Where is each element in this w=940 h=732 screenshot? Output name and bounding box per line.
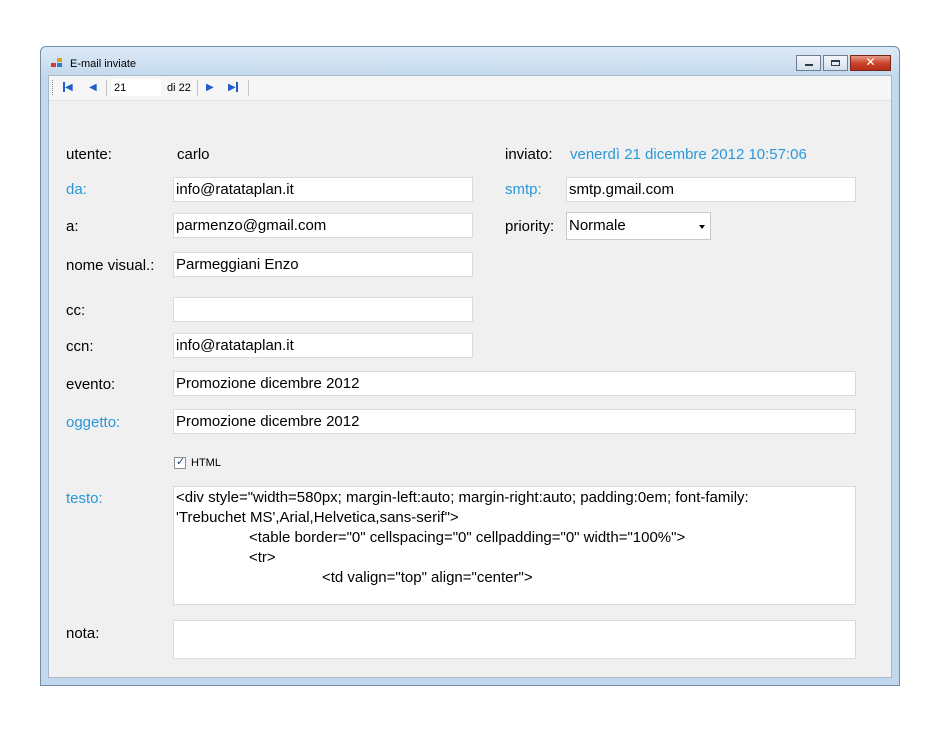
oggetto-label[interactable]: oggetto: xyxy=(66,414,120,431)
toolbar-separator xyxy=(248,80,249,96)
inviato-value: venerdì 21 dicembre 2012 10:57:06 xyxy=(570,146,807,163)
priority-selected-value: Normale xyxy=(569,217,626,234)
app-icon xyxy=(51,58,63,68)
nota-field[interactable] xyxy=(173,620,856,659)
minimize-icon xyxy=(805,64,813,66)
testo-line: <div style="width=580px; margin-left:aut… xyxy=(176,489,749,506)
first-record-icon[interactable]: ◀ xyxy=(63,82,73,93)
utente-label: utente: xyxy=(66,146,112,163)
priority-select[interactable]: Normale xyxy=(566,212,711,240)
evento-label: evento: xyxy=(66,376,116,393)
inviato-label: inviato: xyxy=(505,146,553,163)
testo-line: <td valign="top" align="center"> xyxy=(322,569,533,586)
toolbar-grip-icon[interactable] xyxy=(52,80,55,95)
testo-line: <table border="0" cellspacing="0" cellpa… xyxy=(249,529,686,546)
priority-label: priority: xyxy=(505,218,555,235)
cc-label: cc: xyxy=(66,302,86,319)
maximize-button[interactable] xyxy=(823,55,848,71)
evento-field[interactable]: Promozione dicembre 2012 xyxy=(173,371,856,396)
html-checkbox-label[interactable]: HTML xyxy=(191,457,221,469)
smtp-field[interactable]: smtp.gmail.com xyxy=(566,177,856,202)
close-button[interactable]: ✕ xyxy=(850,55,891,71)
ccn-field[interactable]: info@ratataplan.it xyxy=(173,333,473,358)
next-record-icon[interactable]: ▶ xyxy=(206,82,214,93)
close-icon: ✕ xyxy=(865,55,876,69)
record-count-label: di 22 xyxy=(167,82,191,94)
nome-visual-field[interactable]: Parmeggiani Enzo xyxy=(173,252,473,277)
ccn-label: ccn: xyxy=(66,338,94,355)
testo-line: <tr> xyxy=(249,549,276,566)
previous-record-icon[interactable]: ◀ xyxy=(89,82,97,93)
smtp-label[interactable]: smtp: xyxy=(505,181,542,198)
toolbar-separator xyxy=(106,80,107,96)
a-label: a: xyxy=(66,218,79,235)
oggetto-field[interactable]: Promozione dicembre 2012 xyxy=(173,409,856,434)
nota-label: nota: xyxy=(66,625,100,642)
navigation-toolbar: ◀ ◀ di 22 ▶ ▶ xyxy=(49,76,891,101)
title-bar[interactable]: E-mail inviate ✕ xyxy=(41,47,899,75)
nome-visual-label: nome visual.: xyxy=(66,257,155,274)
minimize-button[interactable] xyxy=(796,55,821,71)
record-position-input[interactable] xyxy=(111,79,161,96)
testo-textarea[interactable]: <div style="width=580px; margin-left:aut… xyxy=(173,486,856,605)
maximize-icon xyxy=(831,60,840,66)
testo-label[interactable]: testo: xyxy=(66,490,103,507)
a-field[interactable]: parmenzo@gmail.com xyxy=(173,213,473,238)
html-checkbox[interactable]: ✓ xyxy=(174,455,186,469)
last-record-icon[interactable]: ▶ xyxy=(228,82,238,93)
testo-line: 'Trebuchet MS',Arial,Helvetica,sans-seri… xyxy=(176,509,459,526)
toolbar-separator xyxy=(197,80,198,96)
window-title: E-mail inviate xyxy=(70,58,137,70)
chevron-down-icon[interactable] xyxy=(699,225,705,229)
utente-value: carlo xyxy=(177,146,210,163)
da-field[interactable]: info@ratataplan.it xyxy=(173,177,473,202)
cc-field[interactable] xyxy=(173,297,473,322)
da-label[interactable]: da: xyxy=(66,181,87,198)
checkmark-icon: ✓ xyxy=(176,455,186,468)
